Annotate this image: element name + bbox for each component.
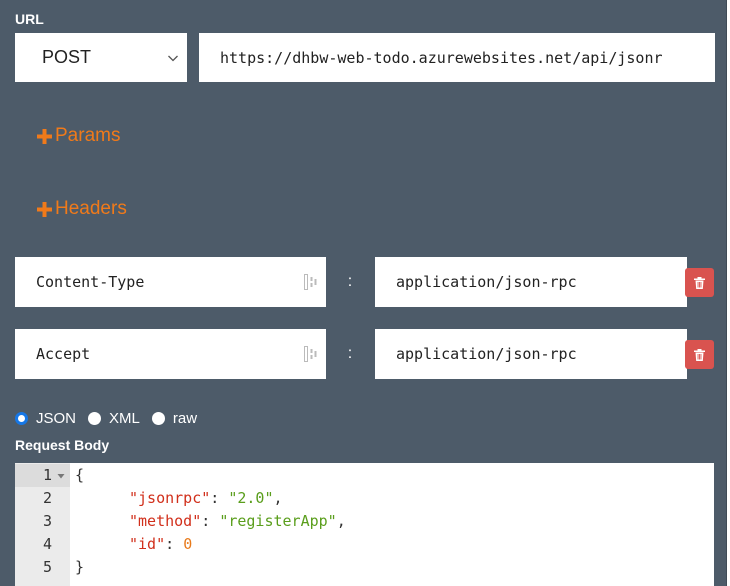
line-number: 4 bbox=[42, 535, 52, 553]
radio-raw-label[interactable]: raw bbox=[173, 410, 197, 427]
code-line: 1 { bbox=[15, 464, 714, 487]
json-key: "id" bbox=[129, 535, 166, 553]
trash-icon bbox=[694, 348, 705, 361]
url-value: https://dhbw-web-todo.azurewebsites.net/… bbox=[220, 48, 663, 67]
code-line: 3 "method": "registerApp", bbox=[15, 510, 714, 533]
params-toggle[interactable]: Params bbox=[37, 125, 120, 147]
header-value-input[interactable]: application/json-rpc bbox=[375, 257, 687, 307]
fold-arrow-icon[interactable] bbox=[57, 472, 65, 480]
body-type-selector: JSON XML raw bbox=[15, 408, 209, 428]
header-key-value: Accept bbox=[36, 345, 91, 363]
drag-handle-icon[interactable] bbox=[304, 346, 318, 362]
json-colon: : bbox=[210, 489, 229, 507]
radio-json-label[interactable]: JSON bbox=[36, 410, 76, 427]
json-colon: : bbox=[201, 512, 220, 530]
header-key-value: Content-Type bbox=[36, 273, 145, 291]
radio-raw[interactable] bbox=[151, 411, 165, 425]
radio-xml-label[interactable]: XML bbox=[109, 410, 140, 427]
url-label: URL bbox=[15, 11, 44, 27]
plus-icon bbox=[37, 201, 52, 217]
delete-header-button[interactable] bbox=[685, 268, 714, 297]
header-separator: : bbox=[347, 273, 353, 290]
json-key: "method" bbox=[129, 512, 202, 530]
line-number: 5 bbox=[42, 558, 52, 576]
radio-xml[interactable] bbox=[88, 411, 102, 425]
json-string: "2.0" bbox=[228, 489, 274, 507]
code-line: 4 "id": 0 bbox=[15, 533, 714, 556]
drag-handle-icon[interactable] bbox=[304, 274, 318, 290]
json-key: "jsonrpc" bbox=[129, 489, 211, 507]
trash-icon bbox=[694, 276, 705, 289]
header-value-text: application/json-rpc bbox=[396, 345, 577, 363]
json-brace: { bbox=[75, 466, 85, 484]
request-body-label: Request Body bbox=[15, 437, 110, 453]
url-input[interactable]: https://dhbw-web-todo.azurewebsites.net/… bbox=[199, 33, 715, 82]
header-key-input[interactable]: Accept bbox=[15, 329, 326, 379]
code-line: 2 "jsonrpc": "2.0", bbox=[15, 487, 714, 510]
code-line: 5 } bbox=[15, 556, 714, 579]
json-comma: , bbox=[273, 489, 283, 507]
header-separator: : bbox=[347, 345, 353, 362]
json-string: "registerApp" bbox=[219, 512, 337, 530]
method-select[interactable]: POST bbox=[15, 33, 187, 82]
header-key-input[interactable]: Content-Type bbox=[15, 257, 326, 307]
radio-json[interactable] bbox=[15, 411, 28, 425]
header-value-input[interactable]: application/json-rpc bbox=[375, 329, 687, 379]
json-comma: , bbox=[336, 512, 346, 530]
method-value: POST bbox=[42, 47, 92, 67]
json-colon: : bbox=[165, 535, 184, 553]
headers-toggle[interactable]: Headers bbox=[37, 198, 127, 220]
chevron-down-icon bbox=[168, 55, 178, 62]
params-label: Params bbox=[55, 125, 121, 146]
line-number: 2 bbox=[42, 489, 52, 507]
header-value-text: application/json-rpc bbox=[396, 273, 577, 291]
json-number: 0 bbox=[183, 535, 193, 553]
line-number: 3 bbox=[42, 512, 52, 530]
plus-icon bbox=[37, 128, 52, 144]
request-panel: URL POST https://dhbw-web-todo.azurewebs… bbox=[0, 0, 727, 586]
delete-header-button[interactable] bbox=[685, 340, 714, 369]
request-body-editor[interactable]: 1 { 2 "jsonrpc": "2.0", 3 "method": "reg… bbox=[15, 463, 714, 586]
json-brace: } bbox=[75, 558, 85, 576]
headers-label: Headers bbox=[55, 198, 127, 219]
